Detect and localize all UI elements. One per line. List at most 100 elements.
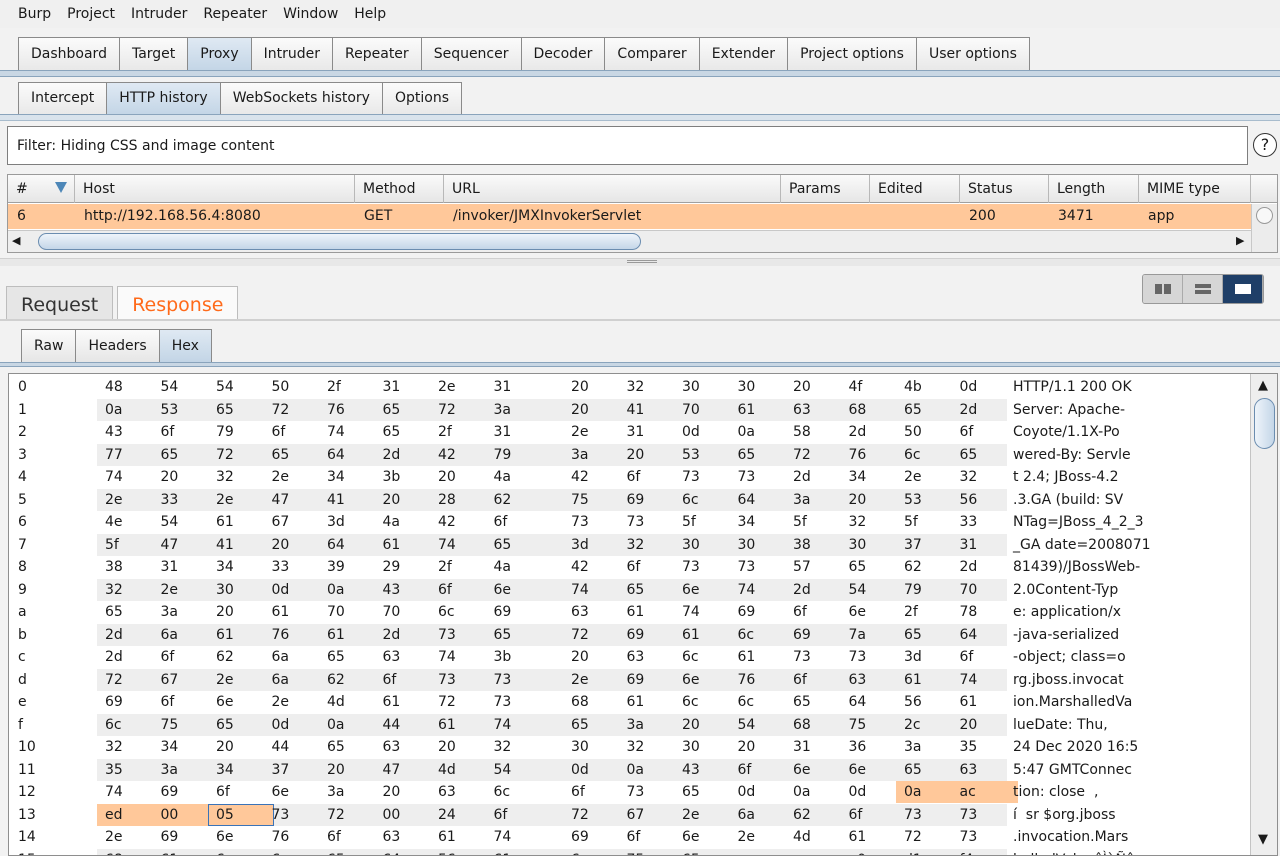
hex-byte[interactable]: 31 xyxy=(486,421,552,443)
ascii-text[interactable]: halledValueêÌàÑô xyxy=(1013,849,1135,856)
hex-byte[interactable]: 3a xyxy=(486,399,552,421)
hex-row[interactable]: 5 2e 33 2e 47 41 20 28 62 75 69 6c 64 3a 20 53 56.3.GA (… xyxy=(9,488,1249,511)
scroll-left-icon[interactable]: ◀ xyxy=(12,234,20,247)
hex-byte[interactable]: 4a xyxy=(486,466,552,488)
tab-options[interactable]: Options xyxy=(381,82,462,115)
ascii-text[interactable]: 5:47 GMTConnec xyxy=(1013,759,1132,781)
splitter-grip-icon[interactable] xyxy=(627,260,657,263)
column-header[interactable]: Edited xyxy=(870,175,960,203)
hex-byte[interactable]: 64 xyxy=(952,624,1018,646)
hex-byte[interactable]: 20 xyxy=(952,714,1018,736)
hex-row[interactable]: d 72 67 2e 6a 62 6f 73 73 2e 69 6e 76 6f 63 61 74 rg.jbos… xyxy=(9,668,1249,691)
filter-bar[interactable]: Filter: Hiding CSS and image content xyxy=(7,126,1248,165)
hex-byte[interactable]: 32 xyxy=(486,736,552,758)
tab-comparer[interactable]: Comparer xyxy=(604,37,700,71)
ascii-text[interactable]: .3.GA (build: SV xyxy=(1013,489,1123,511)
scroll-right-icon[interactable]: ▶ xyxy=(1236,234,1244,247)
hex-row[interactable]: 4 74 20 32 2e 34 3b 20 4a 42 6f 73 73 2d 34 2e 32 t 2.4; … xyxy=(9,466,1249,489)
tab-repeater[interactable]: Repeater xyxy=(332,37,422,71)
scroll-knob[interactable] xyxy=(1256,207,1273,224)
tab-hex[interactable]: Hex xyxy=(158,329,212,362)
hex-row[interactable]: 11 35 3a 34 37 20 47 4d 54 0d 0a 43 6f 6e 6e 65 63 5:47 G… xyxy=(9,758,1249,781)
hex-byte[interactable]: 65 xyxy=(952,444,1018,466)
hex-row[interactable]: 14 2e 69 6e 76 6f 63 61 74 69 6f 6e 2e 4d 61 72 73 .invoc… xyxy=(9,826,1249,849)
hex-row[interactable]: e 69 6f 6e 2e 4d 61 72 73 68 61 6c 6c 65 64 56 61 ion.Mar… xyxy=(9,691,1249,714)
tab-target[interactable]: Target xyxy=(118,37,189,71)
hex-byte[interactable]: 73 xyxy=(952,804,1018,826)
hex-byte[interactable]: 35 xyxy=(952,736,1018,758)
hex-byte[interactable]: f4 xyxy=(952,849,1018,856)
tab-response[interactable]: Response xyxy=(117,286,239,320)
column-header[interactable]: MIME type xyxy=(1139,175,1251,203)
column-header[interactable]: Method xyxy=(355,175,444,203)
hex-byte[interactable]: 6e xyxy=(486,579,552,601)
scroll-down-icon[interactable]: ▼ xyxy=(1258,832,1268,847)
hex-byte[interactable]: ac xyxy=(951,781,1018,803)
hex-row[interactable]: 2 43 6f 79 6f 74 65 2f 31 2e 31 0d 0a 58 2d 50 6f Coyote/… xyxy=(9,421,1249,444)
help-icon[interactable]: ? xyxy=(1253,133,1277,157)
column-header[interactable]: Host xyxy=(75,175,355,203)
hex-row[interactable]: c 2d 6f 62 6a 65 63 74 3b 20 63 6c 61 73 73 3d 6f -object… xyxy=(9,646,1249,669)
tab-raw[interactable]: Raw xyxy=(21,329,77,362)
ascii-text[interactable]: 81439)/JBossWeb- xyxy=(1013,556,1140,578)
scroll-up-icon[interactable]: ▲ xyxy=(1258,378,1268,393)
menu-item[interactable]: Intruder xyxy=(123,0,195,28)
table-vertical-scrollbar[interactable] xyxy=(1251,204,1277,252)
menu-item[interactable]: Project xyxy=(59,0,123,28)
hex-byte[interactable]: 78 xyxy=(952,601,1018,623)
ascii-text[interactable]: 2.0Content-Typ xyxy=(1013,579,1118,601)
hex-row[interactable]: 1568616c6c656456616c7565eacce0d1f4halled… xyxy=(9,848,1249,856)
hex-byte[interactable]: 74 xyxy=(486,826,552,848)
hex-byte[interactable]: 6f xyxy=(952,421,1018,443)
hex-byte[interactable]: 31 xyxy=(952,534,1018,556)
hex-byte[interactable]: 73 xyxy=(486,691,552,713)
menu-item[interactable]: Window xyxy=(275,0,346,28)
tab-sequencer[interactable]: Sequencer xyxy=(420,37,522,71)
hex-byte[interactable]: 65 xyxy=(486,534,552,556)
tab-headers[interactable]: Headers xyxy=(75,329,160,362)
hex-row[interactable]: 13 ed 00 05 73 72 00 24 6f 72 67 2e 6a 62 6f 73 73 í sr $… xyxy=(9,803,1249,826)
ascii-text[interactable]: 24 Dec 2020 16:5 xyxy=(1013,736,1138,758)
hex-byte[interactable]: 2d xyxy=(952,399,1018,421)
tab-intercept[interactable]: Intercept xyxy=(18,82,108,115)
tab-proxy[interactable]: Proxy xyxy=(187,37,252,71)
hex-row[interactable]: 0 48 54 54 50 2f 31 2e 31 20 32 30 30 20 4f 4b 0d HTTP/1.… xyxy=(9,376,1249,399)
hex-byte[interactable]: 31 xyxy=(486,376,552,398)
ascii-text[interactable]: -java-serialized xyxy=(1013,624,1119,646)
column-header[interactable]: URL xyxy=(444,175,781,203)
hex-byte[interactable]: 54 xyxy=(486,759,552,781)
hex-byte[interactable]: 79 xyxy=(486,444,552,466)
hex-row[interactable]: 3 77 65 72 65 64 2d 42 79 3a 20 53 65 72 76 6c 65 wered-B… xyxy=(9,443,1249,466)
hex-byte[interactable]: 0d xyxy=(952,376,1018,398)
hex-byte[interactable]: 6f xyxy=(486,511,552,533)
hex-byte[interactable]: 61 xyxy=(486,849,552,856)
column-header[interactable]: Status xyxy=(960,175,1049,203)
hex-row[interactable]: 7 5f 47 41 20 64 61 74 65 3d 32 30 30 38 30 37 31 _GA dat… xyxy=(9,533,1249,556)
hex-byte[interactable]: 65 xyxy=(486,624,552,646)
split-vertical-button[interactable] xyxy=(1183,275,1223,303)
scroll-thumb[interactable] xyxy=(1254,398,1275,449)
pane-splitter[interactable] xyxy=(0,258,1280,266)
hex-byte[interactable]: 2d xyxy=(952,556,1018,578)
scroll-thumb[interactable] xyxy=(38,233,641,250)
ascii-text[interactable]: rg.jboss.invocat xyxy=(1013,669,1124,691)
hex-byte[interactable]: 4a xyxy=(486,556,552,578)
hex-row[interactable]: f 6c 75 65 0d 0a 44 61 74 65 3a 20 54 68 75 2c 20 lueDate… xyxy=(9,713,1249,736)
ascii-text[interactable]: .invocation.Mars xyxy=(1013,826,1128,848)
hex-byte[interactable]: 73 xyxy=(486,669,552,691)
tab-request[interactable]: Request xyxy=(6,286,114,320)
hex-row[interactable]: 9 32 2e 30 0d 0a 43 6f 6e 74 65 6e 74 2d 54 79 70 2.0Cont… xyxy=(9,578,1249,601)
tab-extender[interactable]: Extender xyxy=(698,37,789,71)
hex-row[interactable]: 6 4e 54 61 67 3d 4a 42 6f 73 73 5f 34 5f 32 5f 33 NTag=JB… xyxy=(9,511,1249,534)
tab-decoder[interactable]: Decoder xyxy=(520,37,606,71)
ascii-text[interactable]: í sr $org.jboss xyxy=(1013,804,1116,826)
hex-byte[interactable]: 63 xyxy=(952,759,1018,781)
ascii-text[interactable]: wered-By: Servle xyxy=(1013,444,1131,466)
hex-byte[interactable]: 3b xyxy=(486,646,552,668)
tab-intruder[interactable]: Intruder xyxy=(250,37,334,71)
menu-item[interactable]: Repeater xyxy=(195,0,275,28)
hex-byte[interactable]: 74 xyxy=(486,714,552,736)
ascii-text[interactable]: t 2.4; JBoss-4.2 xyxy=(1013,466,1119,488)
ascii-text[interactable]: tion: close , xyxy=(1013,781,1098,803)
tab-project-options[interactable]: Project options xyxy=(787,37,917,71)
